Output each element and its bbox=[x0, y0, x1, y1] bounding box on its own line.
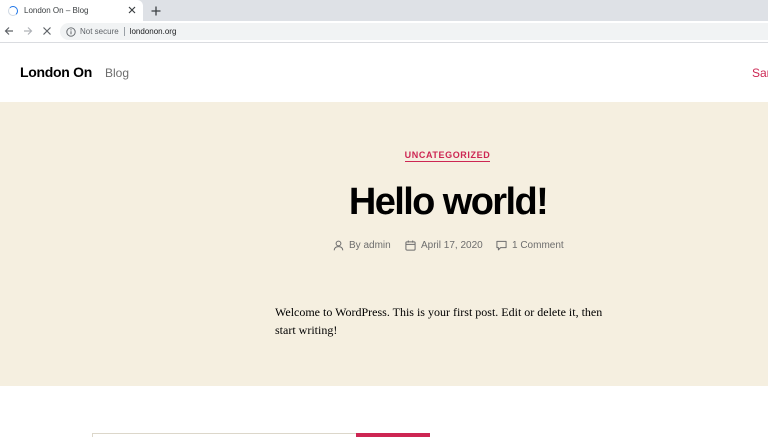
browser-toolbar: Not secure londonon.org bbox=[0, 21, 768, 43]
search-button-edge[interactable] bbox=[356, 433, 430, 437]
post-title: Hello world! bbox=[348, 181, 549, 223]
security-label[interactable]: Not secure bbox=[80, 27, 119, 36]
forward-arrow-icon bbox=[24, 27, 33, 35]
url-text[interactable]: londonon.org bbox=[130, 27, 177, 36]
site-header: London On Blog Sar bbox=[0, 43, 768, 102]
date-link[interactable]: April 17, 2020 bbox=[421, 240, 483, 251]
comments-link[interactable]: 1 Comment bbox=[512, 240, 564, 251]
info-icon[interactable] bbox=[66, 26, 76, 37]
search-field-edge[interactable] bbox=[92, 433, 356, 437]
author-link[interactable]: By admin bbox=[349, 240, 391, 251]
tab-close-button[interactable] bbox=[125, 3, 139, 17]
back-arrow-icon bbox=[4, 27, 13, 35]
stop-icon bbox=[43, 27, 51, 35]
browser-tabstrip: London On – Blog bbox=[0, 0, 768, 21]
loading-spinner-icon bbox=[8, 5, 18, 16]
calendar-icon bbox=[405, 240, 416, 251]
close-icon bbox=[128, 6, 136, 14]
post-hero: UNCATEGORIZED Hello world! By admin Apri… bbox=[0, 102, 768, 386]
address-separator bbox=[123, 27, 125, 36]
site-title[interactable]: London On bbox=[20, 64, 92, 80]
forward-button[interactable] bbox=[21, 24, 35, 38]
nav-item-blog[interactable]: Blog bbox=[105, 66, 129, 80]
post-author: By admin bbox=[333, 240, 391, 251]
user-icon bbox=[333, 240, 344, 251]
post-content: Welcome to WordPress. This is your first… bbox=[275, 305, 603, 337]
header-right-link[interactable]: Sar bbox=[752, 66, 768, 80]
category-link[interactable]: UNCATEGORIZED bbox=[404, 150, 491, 162]
post-comments: 1 Comment bbox=[496, 240, 564, 251]
stop-loading-button[interactable] bbox=[40, 24, 54, 38]
post-date: April 17, 2020 bbox=[405, 240, 483, 251]
address-bar[interactable]: Not secure londonon.org bbox=[60, 23, 768, 40]
back-button[interactable] bbox=[2, 24, 16, 38]
post-category: UNCATEGORIZED bbox=[0, 150, 768, 162]
new-tab-button[interactable] bbox=[148, 3, 164, 19]
browser-tab[interactable]: London On – Blog bbox=[0, 0, 143, 21]
comment-icon bbox=[496, 240, 507, 251]
plus-icon bbox=[151, 6, 161, 16]
tab-title: London On – Blog bbox=[24, 6, 89, 15]
